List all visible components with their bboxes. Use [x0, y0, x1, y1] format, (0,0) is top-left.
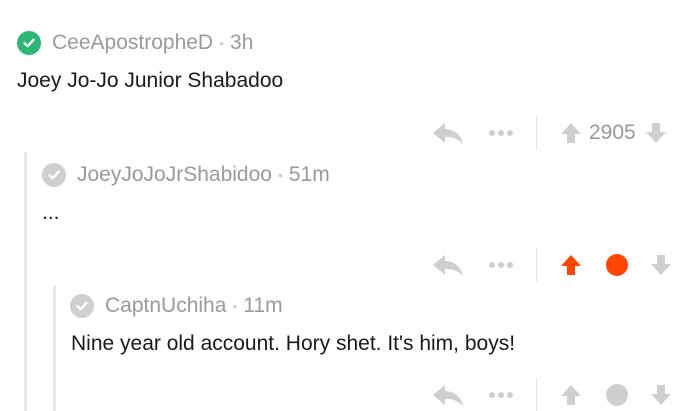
action-divider	[536, 378, 537, 411]
upvote-arrow-icon[interactable]	[559, 251, 583, 279]
more-options-icon[interactable]	[486, 381, 516, 409]
thread-line-level-1[interactable]	[24, 152, 27, 411]
comment-body: Joey Jo-Jo Junior Shabadoo	[17, 69, 284, 92]
more-options-icon[interactable]	[486, 119, 516, 147]
username[interactable]: JoeyJoJoJrShabidoo	[77, 163, 272, 187]
upvote-arrow-icon[interactable]	[559, 119, 583, 147]
vote-score: 2905	[589, 121, 636, 144]
thread-line-level-2[interactable]	[53, 285, 56, 411]
separator-dot: •	[232, 298, 238, 314]
separator-dot: •	[277, 167, 283, 183]
comment-age: 51m	[288, 163, 330, 186]
vote-score-hidden-icon	[605, 381, 629, 409]
comment-meta: JoeyJoJoJrShabidoo • 51m	[42, 163, 330, 187]
comment-body: Nine year old account. Hory shet. It's h…	[71, 332, 516, 355]
downvote-arrow-icon[interactable]	[649, 381, 673, 409]
reply-icon[interactable]	[432, 381, 464, 409]
downvote-arrow-icon[interactable]	[644, 119, 668, 147]
comment-meta: CeeApostropheD • 3h	[17, 31, 253, 55]
reply-icon[interactable]	[432, 251, 464, 279]
comment-meta: CaptnUchiha • 11m	[70, 294, 283, 318]
comment-actions: 2905	[432, 116, 668, 150]
gray-check-icon	[70, 294, 94, 318]
vote-score-hidden-icon	[605, 251, 629, 279]
comment-age: 3h	[230, 31, 254, 54]
comment-age: 11m	[243, 294, 283, 317]
action-divider	[536, 248, 537, 282]
comment-actions	[432, 378, 673, 411]
gray-check-icon	[42, 163, 66, 187]
action-divider	[536, 116, 537, 150]
username[interactable]: CaptnUchiha	[105, 294, 226, 318]
comment-body: ...	[42, 201, 60, 224]
comment-thread: CeeApostropheD • 3h Joey Jo-Jo Junior Sh…	[0, 0, 700, 411]
username[interactable]: CeeApostropheD	[52, 31, 213, 55]
comment-actions	[432, 248, 673, 282]
downvote-arrow-icon[interactable]	[649, 251, 673, 279]
more-options-icon[interactable]	[486, 251, 516, 279]
separator-dot: •	[219, 35, 225, 51]
verified-check-icon	[17, 31, 41, 55]
reply-icon[interactable]	[432, 119, 464, 147]
upvote-arrow-icon[interactable]	[559, 381, 583, 409]
